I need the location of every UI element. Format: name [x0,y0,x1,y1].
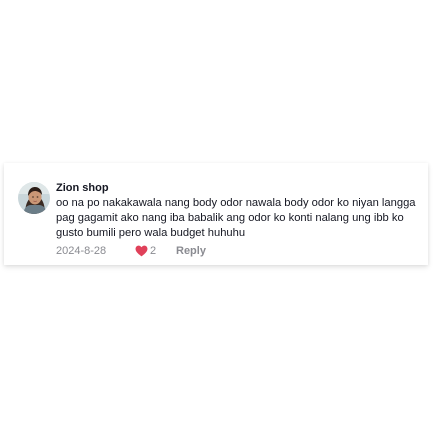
reply-button[interactable]: Reply [176,245,206,257]
comment-text: oo na po nakakawala nang body odor nawal… [56,197,416,239]
comment-username[interactable]: Zion shop [56,181,426,195]
user-avatar[interactable] [18,182,50,214]
heart-icon [135,245,148,257]
comment-meta: 2024-8-28 2 Reply [56,243,426,259]
comment-date: 2024-8-28 [56,245,107,257]
comment-card: Zion shop oo na po nakakawala nang body … [4,163,428,265]
like-count: 2 [150,245,157,257]
like-button[interactable]: 2 [135,245,176,257]
avatar-photo-icon [18,182,50,214]
comment-content: Zion shop oo na po nakakawala nang body … [56,181,426,259]
